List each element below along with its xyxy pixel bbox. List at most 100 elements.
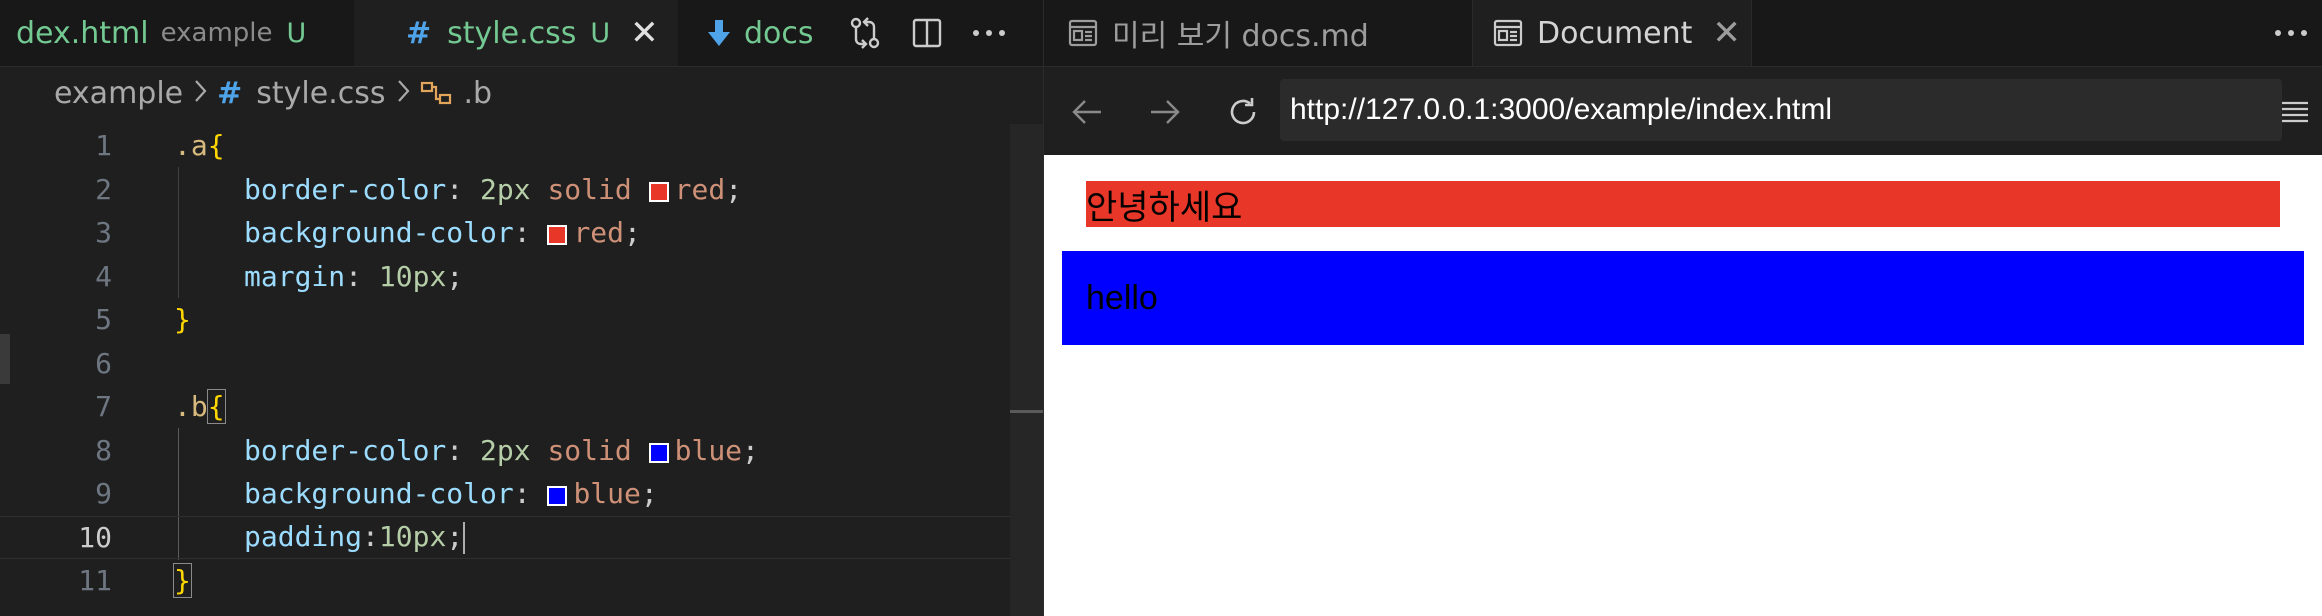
tab-style-css[interactable]: # style.css U ✕	[354, 0, 678, 66]
box-a-text: 안녕하세요	[1086, 187, 1243, 228]
preview-tab-bar: 미리 보기 docs.md Document ✕	[1044, 0, 2322, 67]
chevron-right-icon	[193, 76, 207, 111]
text-cursor	[463, 522, 466, 555]
brace: }	[173, 563, 192, 599]
property: border-color	[244, 172, 447, 206]
code-line-current: 10 padding:10px;	[0, 515, 1010, 559]
line-number: 2	[95, 172, 112, 206]
breadcrumb-file[interactable]: style.css	[256, 76, 385, 111]
property: border-color	[244, 433, 447, 467]
url-text: http://127.0.0.1:3000/example/index.html	[1290, 93, 1833, 126]
box-a: 안녕하세요	[1086, 181, 2280, 228]
editor-scrollbar[interactable]	[1010, 124, 1044, 616]
line-number: 9	[95, 477, 112, 511]
value-color: blue	[674, 433, 743, 467]
breadcrumb-folder[interactable]: example	[54, 76, 183, 111]
line-number: 8	[95, 433, 112, 467]
value-number: 2px	[480, 172, 531, 206]
color-swatch[interactable]	[547, 486, 568, 507]
rendered-page: 안녕하세요 hello	[1044, 155, 2322, 616]
property: margin	[244, 259, 346, 293]
tab-label: 미리 보기 docs.md	[1112, 19, 1369, 54]
code-line: 5 }	[0, 298, 1010, 342]
value-color: red	[674, 172, 726, 206]
brace: }	[174, 303, 191, 337]
source-control-icon[interactable]	[840, 8, 890, 58]
color-swatch[interactable]	[648, 442, 669, 463]
browser-navbar: http://127.0.0.1:3000/example/index.html	[1044, 67, 2322, 155]
tab-preview-docs-md[interactable]: 미리 보기 docs.md	[1044, 0, 1444, 66]
value-number: 2px	[480, 433, 531, 467]
menu-icon[interactable]	[2270, 87, 2320, 137]
box-b: hello	[1062, 251, 2304, 345]
preview-pane: 미리 보기 docs.md Document ✕ http://127.0.0.…	[1044, 0, 2322, 616]
preview-icon	[1068, 19, 1098, 47]
css-file-icon: #	[406, 15, 432, 51]
value-number: 10px	[378, 259, 447, 293]
url-input[interactable]: http://127.0.0.1:3000/example/index.html	[1280, 79, 2282, 141]
tab-docs[interactable]: docs	[678, 0, 848, 66]
selector: .b	[174, 390, 208, 424]
box-b-text: hello	[1086, 278, 1158, 317]
brace: {	[207, 129, 225, 163]
preview-icon	[1493, 19, 1523, 47]
line-number: 4	[95, 259, 112, 293]
code-line: 8 border-color: 2px solid blue;	[0, 429, 1010, 473]
more-actions-icon[interactable]	[964, 8, 1014, 58]
split-editor-icon[interactable]	[902, 8, 952, 58]
editor-tab-bar: dex.html example U # style.css U ✕ docs	[0, 0, 1044, 67]
line-number: 11	[78, 564, 112, 598]
scrollbar-marker	[1010, 410, 1044, 413]
value-number: 10px	[378, 520, 447, 554]
line-number: 1	[95, 129, 112, 163]
tab-label: docs	[744, 15, 814, 51]
line-number: 7	[95, 390, 112, 424]
code-line: 9 background-color: blue;	[0, 472, 1010, 516]
property: background-color	[244, 477, 514, 511]
css-selector-icon	[420, 79, 454, 107]
css-file-icon: #	[217, 75, 243, 111]
code-line: 4 margin: 10px;	[0, 255, 1010, 299]
line-number: 3	[95, 216, 112, 250]
code-line: 11 }	[0, 559, 1010, 603]
tab-label: style.css	[447, 15, 577, 51]
value-color: red	[573, 216, 625, 250]
code-line: 2 border-color: 2px solid red;	[0, 168, 1010, 212]
untracked-badge: U	[286, 17, 307, 49]
line-number: 10	[78, 520, 112, 554]
tab-label: dex.html	[16, 15, 149, 51]
tab-index-html[interactable]: dex.html example U	[0, 0, 354, 66]
tab-folder: example	[160, 18, 273, 48]
code-line: 3 background-color: red;	[0, 211, 1010, 255]
untracked-badge: U	[590, 17, 611, 49]
property: background-color	[244, 216, 514, 250]
code-editor[interactable]: 1 .a{ 2 border-color: 2px solid red; 3 b…	[0, 124, 1044, 616]
close-icon[interactable]: ✕	[1712, 13, 1741, 53]
line-number: 5	[95, 303, 112, 337]
value-keyword: solid	[547, 433, 632, 467]
close-icon[interactable]: ✕	[630, 13, 659, 53]
tab-label: Document	[1537, 15, 1693, 51]
breadcrumb-symbol[interactable]: .b	[464, 76, 493, 111]
brace: {	[206, 389, 226, 425]
breadcrumb: example # style.css .b	[54, 70, 492, 116]
reload-icon[interactable]	[1218, 87, 1268, 137]
selector: .a	[174, 129, 208, 163]
back-arrow-icon[interactable]	[1062, 87, 1112, 137]
editor-pane: dex.html example U # style.css U ✕ docs …	[0, 0, 1044, 616]
more-actions-icon[interactable]	[2266, 8, 2316, 58]
code-line: 1 .a{	[0, 124, 1010, 168]
code-line: 7 .b{	[0, 385, 1010, 429]
forward-arrow-icon[interactable]	[1140, 87, 1190, 137]
value-keyword: solid	[547, 172, 632, 206]
chevron-right-icon	[396, 76, 410, 111]
line-number: 6	[95, 346, 112, 380]
markdown-file-icon	[708, 20, 730, 46]
color-swatch[interactable]	[547, 225, 568, 246]
value-color: blue	[573, 477, 641, 511]
property: padding	[244, 520, 363, 554]
code-line: 6	[0, 342, 1010, 386]
tab-document[interactable]: Document ✕	[1472, 0, 1752, 66]
gutter-marker	[0, 334, 10, 384]
color-swatch[interactable]	[648, 181, 669, 202]
